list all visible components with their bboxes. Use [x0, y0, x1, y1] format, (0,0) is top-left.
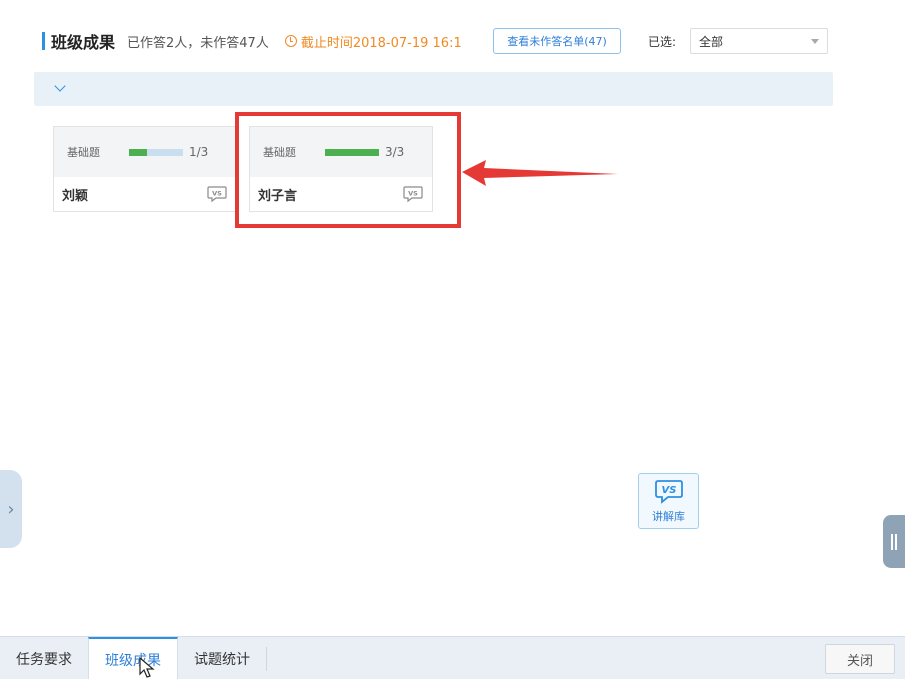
student-name: 刘颖 — [62, 188, 89, 204]
clock-icon — [284, 35, 297, 47]
tab-label: 任务要求 — [16, 651, 72, 668]
deadline-text: 截止时间2018-07-19 16:1 — [300, 35, 462, 51]
knowledge-base-button[interactable]: VS 讲解库 — [638, 473, 699, 529]
student-name: 刘子言 — [258, 188, 298, 204]
card-footer: 刘子言 VS — [250, 177, 432, 211]
progress-bar — [325, 148, 379, 156]
collapse-bar — [34, 72, 833, 106]
svg-text:VS: VS — [212, 190, 222, 198]
close-button[interactable]: 关闭 — [825, 644, 895, 674]
student-card[interactable]: 基础题 3/3 刘子言 VS — [249, 126, 433, 212]
progress-fraction: 1/3 — [189, 145, 209, 159]
grip-icon — [891, 533, 893, 550]
card-footer: 刘颖 VS — [54, 177, 236, 211]
progress-fill — [325, 148, 379, 156]
vs-compare-icon[interactable]: VS — [206, 185, 228, 203]
question-category: 基础题 — [67, 146, 100, 159]
tab-task-requirements[interactable]: 任务要求 — [0, 637, 88, 679]
bottom-tab-bar: 任务要求 班级成果 试题统计 关闭 — [0, 636, 905, 679]
tab-label: 班级成果 — [105, 652, 161, 669]
knowledge-base-label: 讲解库 — [652, 509, 685, 523]
left-panel-toggle[interactable]: › — [0, 470, 22, 548]
tab-question-stats[interactable]: 试题统计 — [178, 637, 266, 679]
deadline: 截止时间2018-07-19 16:1 — [284, 32, 475, 51]
filter-select[interactable]: 全部 — [690, 28, 828, 54]
question-category: 基础题 — [263, 146, 296, 159]
card-progress-row: 基础题 3/3 — [250, 127, 432, 177]
page-header: 班级成果 已作答2人，未作答47人 截止时间2018-07-19 16:1 查看… — [42, 28, 832, 54]
grip-icon — [895, 533, 897, 550]
progress-bar — [129, 148, 183, 156]
title-accent-bar — [42, 32, 45, 50]
tab-label: 试题统计 — [194, 651, 250, 668]
filter-select-value: 全部 — [699, 34, 724, 49]
right-panel-toggle[interactable] — [883, 515, 905, 568]
page-title: 班级成果 — [51, 33, 116, 52]
selected-label: 已选: — [648, 35, 677, 49]
vs-speech-icon: VS — [654, 479, 683, 504]
card-progress-row: 基础题 1/3 — [54, 127, 236, 177]
vs-compare-icon[interactable]: VS — [402, 185, 424, 203]
chevron-down-icon[interactable] — [54, 80, 66, 92]
student-card[interactable]: 基础题 1/3 刘颖 VS — [53, 126, 237, 212]
chevron-right-icon: › — [7, 498, 15, 520]
view-unanswered-button[interactable]: 查看未作答名单(47) — [493, 28, 621, 54]
tab-class-results[interactable]: 班级成果 — [88, 637, 178, 679]
tab-divider — [266, 647, 267, 671]
answer-stats: 已作答2人，未作答47人 — [127, 35, 269, 51]
progress-fill — [129, 148, 147, 156]
caret-down-icon — [811, 39, 819, 44]
svg-text:VS: VS — [661, 485, 676, 496]
svg-text:VS: VS — [408, 190, 418, 198]
arrow-annotation — [462, 160, 618, 186]
progress-fraction: 3/3 — [385, 145, 405, 159]
